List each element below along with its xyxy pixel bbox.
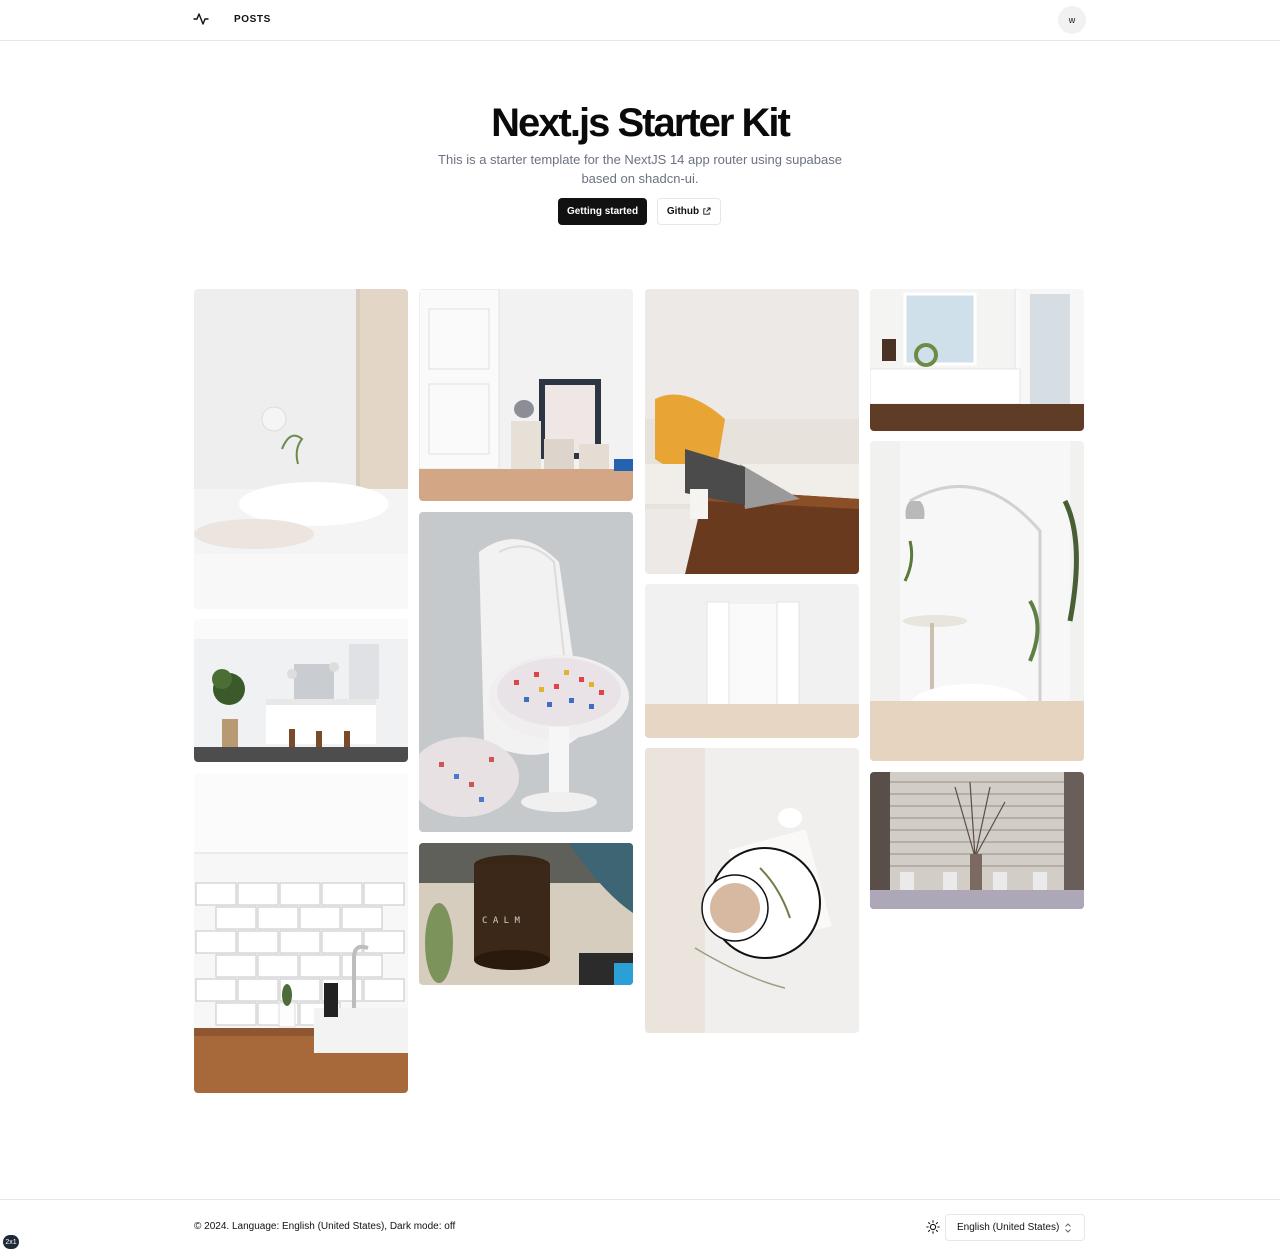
photo-window-vases[interactable] bbox=[870, 772, 1084, 909]
hero-title: Next.js Starter Kit bbox=[491, 101, 791, 145]
photo-bedroom-pillow[interactable] bbox=[194, 289, 408, 609]
github-button[interactable]: Github bbox=[657, 198, 721, 225]
footer-copyright: © 2024. Language: English (United States… bbox=[194, 1221, 456, 1232]
photo-coffee-bed[interactable] bbox=[645, 748, 859, 1033]
hero-subtitle: This is a starter template for the NextJ… bbox=[438, 152, 842, 186]
user-avatar[interactable]: w bbox=[1058, 6, 1086, 34]
language-select[interactable]: English (United States) bbox=[945, 1214, 1085, 1241]
photo-arc-lamp-dining[interactable] bbox=[870, 441, 1084, 761]
getting-started-button[interactable]: Getting started bbox=[558, 198, 647, 225]
photo-door-books[interactable] bbox=[419, 289, 633, 501]
github-button-label: Github bbox=[666, 206, 700, 217]
external-link-icon bbox=[703, 207, 711, 215]
top-navbar: POSTS w bbox=[0, 0, 1280, 41]
photo-candle-jar[interactable]: C A L M bbox=[419, 843, 633, 985]
svg-text:C A L M: C A L M bbox=[482, 916, 521, 926]
photo-kitchen-sink-tiles[interactable] bbox=[194, 773, 408, 1093]
activity-pulse-icon[interactable] bbox=[193, 11, 209, 27]
photo-tulip-chair[interactable] bbox=[419, 512, 633, 832]
photo-kitchen-island[interactable] bbox=[194, 619, 408, 762]
language-select-value: English (United States) bbox=[957, 1222, 1060, 1233]
nav-posts-link[interactable]: POSTS bbox=[234, 14, 271, 25]
dev-badge: 2x1 bbox=[3, 1235, 19, 1249]
photo-mudroom-bench[interactable] bbox=[870, 289, 1084, 431]
photo-open-doors[interactable] bbox=[645, 584, 859, 738]
photo-sofa-laptop[interactable] bbox=[645, 289, 859, 574]
chevron-up-down-icon bbox=[1065, 1223, 1071, 1233]
footer: © 2024. Language: English (United States… bbox=[0, 1199, 1280, 1253]
sun-icon[interactable] bbox=[926, 1220, 940, 1234]
